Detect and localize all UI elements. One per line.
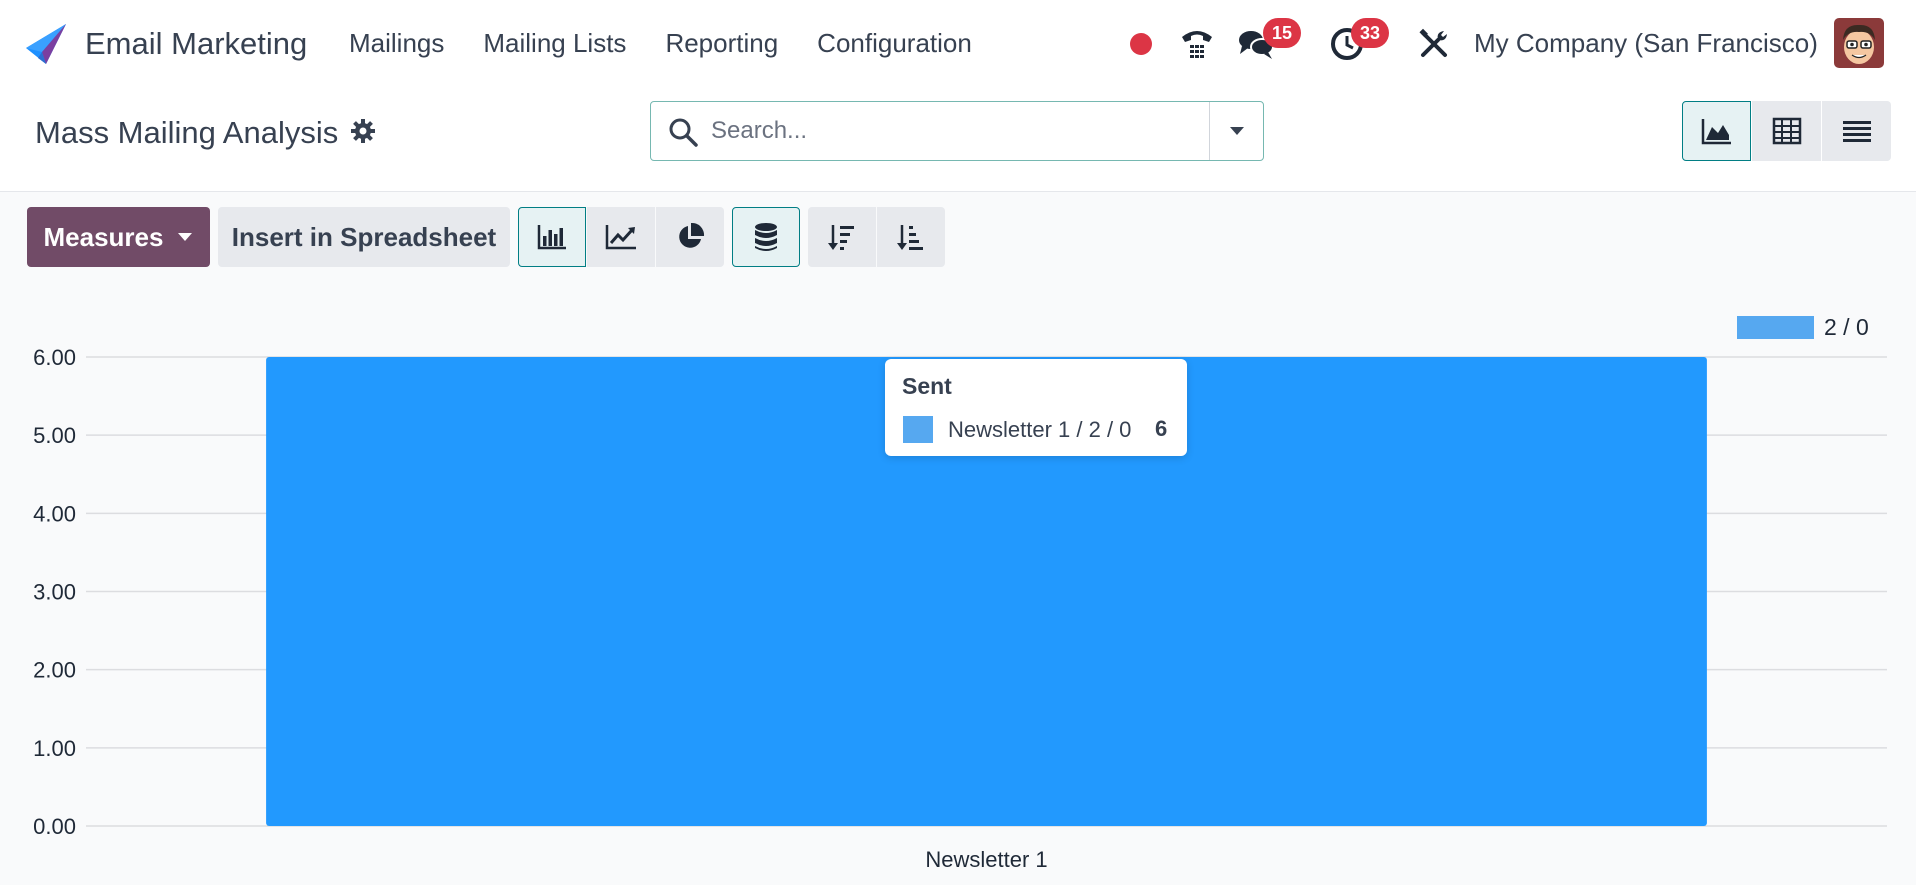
pie-chart-button[interactable] (656, 207, 724, 267)
menu-mailings[interactable]: Mailings (349, 28, 444, 59)
tooltip-label: Newsletter 1 / 2 / 0 (948, 417, 1132, 442)
search-options-toggle[interactable] (1209, 102, 1263, 160)
tooltip-title: Sent (902, 373, 952, 399)
sort-descending-icon (828, 225, 854, 250)
main-menu: Mailings Mailing Lists Reporting Configu… (349, 28, 1011, 59)
chart-tooltip: Sent Newsletter 1 / 2 / 0 6 (885, 359, 1187, 456)
sort-descending-button[interactable] (808, 207, 876, 267)
x-tick-label: Newsletter 1 (925, 847, 1047, 872)
view-switcher (1682, 101, 1892, 161)
legend-swatch[interactable] (1737, 316, 1814, 339)
sort-ascending-icon (897, 225, 923, 250)
tooltip-color-swatch (903, 416, 933, 443)
email-marketing-logo-icon[interactable] (24, 22, 68, 66)
database-stack-icon (755, 223, 777, 251)
legend-label[interactable]: 2 / 0 (1824, 314, 1869, 340)
sort-group (808, 207, 945, 267)
company-switcher[interactable]: My Company (San Francisco) (1474, 28, 1818, 59)
search-icon (669, 118, 698, 147)
control-panel: Mass Mailing Analysis (0, 88, 1916, 192)
menu-configuration[interactable]: Configuration (817, 28, 972, 59)
activities-count-badge: 33 (1351, 18, 1389, 48)
stacked-button[interactable] (732, 207, 800, 267)
measures-button[interactable]: Measures (27, 207, 210, 267)
bar-chart-icon (537, 225, 566, 250)
measures-label: Measures (43, 221, 164, 252)
graph-view-button[interactable] (1682, 101, 1751, 161)
sort-ascending-button[interactable] (877, 207, 945, 267)
table-icon (1772, 117, 1801, 145)
debug-tools-icon[interactable] (1414, 24, 1454, 64)
user-avatar[interactable] (1834, 18, 1884, 68)
graph-toolbar: Measures Insert in Spreadsheet (27, 207, 945, 267)
caret-down-icon (1229, 127, 1244, 135)
menu-mailing-lists[interactable]: Mailing Lists (483, 28, 626, 59)
search-input[interactable] (711, 102, 1191, 160)
gear-icon[interactable] (350, 118, 376, 144)
y-tick-label: 4.00 (33, 501, 76, 526)
pivot-view-button[interactable] (1752, 101, 1821, 161)
search-box (650, 101, 1264, 161)
pie-chart-icon (679, 222, 705, 248)
y-tick-label: 0.00 (33, 814, 76, 839)
menu-reporting[interactable]: Reporting (665, 28, 778, 59)
line-chart-button[interactable] (587, 207, 655, 267)
caret-down-icon (178, 233, 193, 241)
list-view-button[interactable] (1822, 101, 1891, 161)
top-navbar: Email Marketing Mailings Mailing Lists R… (0, 0, 1916, 88)
y-tick-label: 2.00 (33, 658, 76, 683)
tooltip-value: 6 (1155, 416, 1168, 441)
y-tick-label: 6.00 (33, 345, 76, 370)
y-tick-label: 5.00 (33, 423, 76, 448)
chart-type-group (518, 207, 724, 267)
list-icon (1842, 121, 1871, 142)
insert-in-spreadsheet-button[interactable]: Insert in Spreadsheet (218, 207, 510, 267)
line-chart-icon (605, 225, 636, 250)
bar-chart-button[interactable] (518, 207, 586, 267)
stacked-group (732, 207, 800, 267)
page-title: Mass Mailing Analysis (35, 115, 339, 150)
messages-count-badge: 15 (1263, 18, 1301, 48)
y-tick-label: 3.00 (33, 580, 76, 605)
y-tick-label: 1.00 (33, 736, 76, 761)
app-name[interactable]: Email Marketing (85, 26, 307, 62)
phone-icon[interactable] (1177, 24, 1217, 64)
recording-indicator-icon[interactable] (1130, 33, 1152, 55)
area-chart-icon (1701, 119, 1731, 145)
